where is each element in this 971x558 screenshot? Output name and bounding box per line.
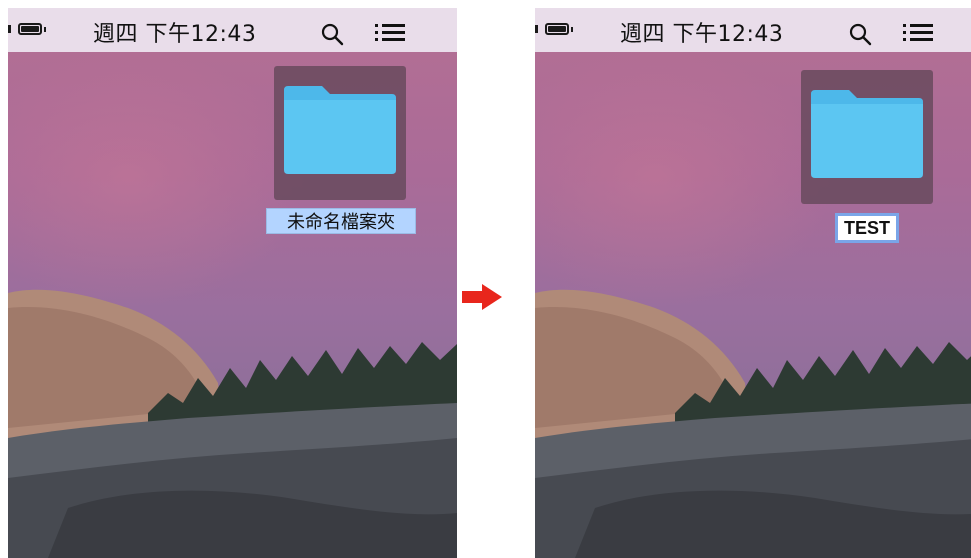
menu-bar: 週四 下午12:43 (535, 8, 971, 52)
folder-icon[interactable] (809, 88, 925, 180)
before-screenshot: 週四 下午12:43 未命名檔案夾 (8, 8, 457, 558)
folder-icon[interactable] (282, 84, 398, 176)
list-menu-icon[interactable] (375, 24, 405, 42)
menubar-clock[interactable]: 週四 下午12:43 (93, 16, 256, 48)
search-icon[interactable] (848, 22, 872, 46)
folder-name-edit-field[interactable]: TEST (835, 213, 900, 243)
folder-selection-highlight[interactable] (801, 70, 933, 204)
battery-icon[interactable] (18, 23, 42, 35)
menubar-clock[interactable]: 週四 下午12:43 (620, 16, 783, 48)
folder-selection-highlight[interactable] (274, 66, 406, 200)
search-icon[interactable] (320, 22, 344, 46)
menu-bar: 週四 下午12:43 (8, 8, 457, 52)
after-screenshot: 週四 下午12:43 TEST (535, 8, 971, 558)
folder-name-label[interactable]: 未命名檔案夾 (266, 208, 416, 234)
arrow-right-icon (462, 284, 502, 310)
battery-icon[interactable] (545, 23, 569, 35)
list-menu-icon[interactable] (903, 24, 933, 42)
